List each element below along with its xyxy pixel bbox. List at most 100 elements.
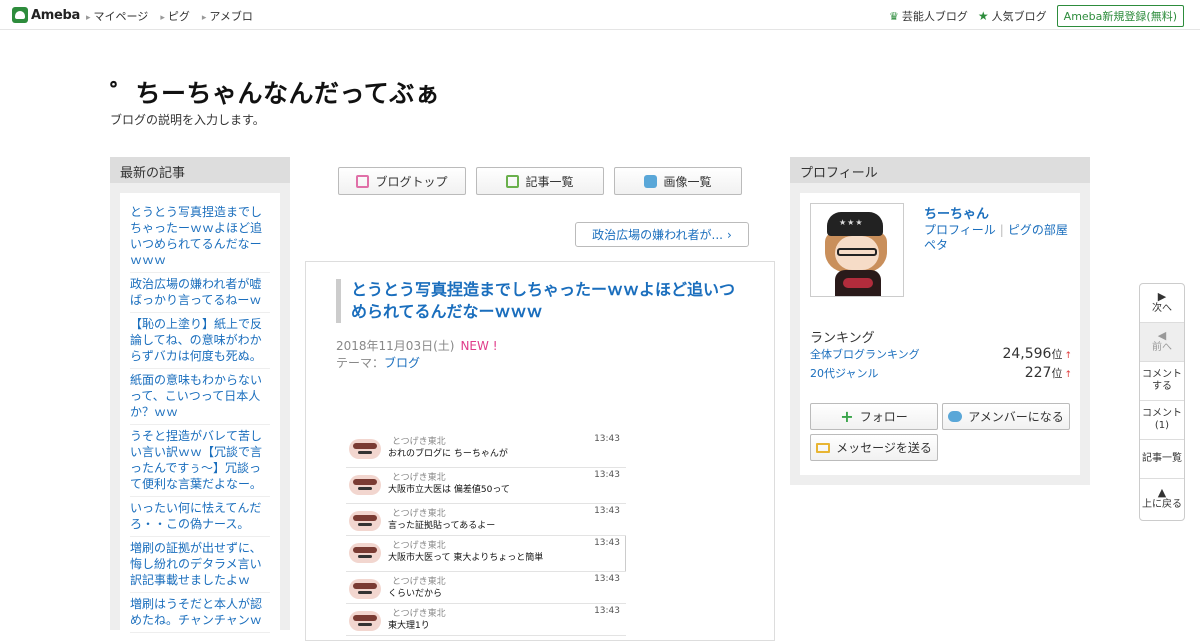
theme-link[interactable]: ブログ (384, 356, 420, 370)
profile-panel: プロフィール ★★★ ちーちゃん プロフィール | ピグの部屋 ペタ ランキング 全… (790, 157, 1090, 485)
genre-ranking-link[interactable]: 20代ジャンル (810, 365, 878, 381)
triangle-right-icon: ▶ (1157, 290, 1167, 303)
chat-time: 13:43 (594, 470, 620, 480)
popular-blog-label: 人気ブログ (991, 10, 1047, 23)
avatar-hat-stars: ★★★ (839, 218, 864, 227)
ranking-unit: 位 (1051, 367, 1063, 380)
follow-button[interactable]: + フォロー (810, 403, 938, 430)
user-avatar-icon (349, 475, 381, 495)
profile-link[interactable]: プロフィール (924, 223, 996, 237)
chat-message: とつげき東北 13:43 言った証拠貼ってあるよー (346, 504, 626, 536)
pig-room-link[interactable]: ピグの部屋 (1008, 223, 1068, 237)
user-avatar-icon (349, 579, 381, 599)
chat-time: 13:43 (594, 574, 620, 584)
recent-entries-heading: 最新の記事 (110, 157, 290, 183)
article: とうとう写真捏造までしちゃったーｗｗよほど追いつめられてるんだなーｗｗｗ 201… (305, 261, 775, 641)
popular-blog-link[interactable]: ★ 人気ブログ (978, 8, 1047, 24)
chat-divider (625, 536, 626, 571)
follow-label: フォロー (859, 410, 908, 424)
recent-entry-link[interactable]: 【恥の上塗り】紙上で反論してね、の意味がわからずバカは何度も死ぬ。 (130, 313, 270, 369)
tab-image-list-label: 画像一覧 (663, 174, 712, 189)
avatar-body (835, 270, 881, 296)
chat-message: とつげき東北 13:43 大阪市大医って 東大よりちょっと簡単 (346, 536, 626, 572)
nav-ameblo[interactable]: アメブロ (202, 8, 252, 24)
nav-pig[interactable]: ピグ (160, 8, 190, 24)
link-separator: | (999, 223, 1004, 237)
tab-blog-top-label: ブログトップ (375, 174, 448, 189)
chat-message: とつげき東北 13:43 くらいだから (346, 572, 626, 604)
user-avatar-icon (349, 543, 381, 563)
previous-entry-link[interactable]: 政治広場の嫌われ者が... › (575, 222, 749, 247)
tab-entry-list-label: 記事一覧 (525, 174, 574, 189)
chat-time: 13:43 (594, 434, 620, 444)
chat-text: 東大理1り (388, 621, 430, 631)
recent-entries-panel: 最新の記事 とうとう写真捏造までしちゃったーｗｗよほど追いつめられてるんだなーｗ… (110, 157, 290, 633)
blog-description: ブログの説明を入力します。 (110, 113, 265, 127)
logo-text: Ameba (31, 7, 81, 23)
chat-time: 13:43 (594, 506, 620, 516)
tab-entry-list[interactable]: 記事一覧 (476, 167, 604, 195)
celebrity-blog-link[interactable]: ♛ 芸能人ブログ (889, 8, 968, 24)
comment-button[interactable]: コメントする (1140, 362, 1184, 401)
article-title[interactable]: とうとう写真捏造までしちゃったーｗｗよほど追いつめられてるんだなーｗｗｗ (336, 279, 746, 323)
profile-name[interactable]: ちーちゃん (924, 203, 989, 222)
message-label: メッセージを送る (836, 441, 932, 455)
recent-entry-link[interactable]: 増刷はうそだと本人が認めたね。チャンチャンｗ (130, 593, 270, 633)
recent-entry-link[interactable]: いったい何に怯えてんだろ・・この偽ナース。 (130, 497, 270, 537)
profile-links: プロフィール | ピグの部屋 ペタ (924, 223, 1074, 253)
recent-entry-link[interactable]: 増刷の証拠が出せずに、悔し紛れのデタラメ言い訳記事載せましたよｗ (130, 537, 270, 593)
ranking-row: 全体ブログランキング 24,596位 ↑ (810, 346, 1072, 362)
peta-link[interactable]: ペタ (924, 238, 948, 252)
amember-label: アメンバーになる (968, 410, 1064, 424)
camera-icon (644, 174, 658, 188)
chat-time: 13:43 (594, 606, 620, 616)
message-button[interactable]: メッセージを送る (810, 434, 938, 461)
chat-message: とつげき東北 13:43 大阪市立大医は 偏差値50って (346, 468, 626, 504)
star-icon: ★ (977, 9, 989, 23)
next-entry-button[interactable]: ▶ 次へ (1140, 284, 1184, 323)
ranking-unit: 位 (1051, 348, 1063, 361)
tab-image-list[interactable]: 画像一覧 (614, 167, 742, 195)
recent-entry-link[interactable]: とうとう写真捏造までしちゃったーｗｗよほど追いつめられてるんだなーｗｗｗ (130, 201, 270, 273)
entry-list-button[interactable]: 記事一覧 (1140, 440, 1184, 479)
profile-heading: プロフィール (790, 157, 1090, 183)
user-avatar-icon (349, 439, 381, 459)
ameba-logo-icon (12, 7, 28, 23)
global-header: Ameba マイページ ピグ アメブロ ♛ 芸能人ブログ ★ 人気ブログ Ame… (0, 0, 1200, 30)
chat-text: おれのブログに ちーちゃんが (388, 449, 508, 459)
chat-text: 大阪市大医って 東大よりちょっと簡単 (388, 553, 544, 563)
comment-count-button[interactable]: コメント(1) (1140, 401, 1184, 440)
nav-mypage[interactable]: マイページ (86, 8, 149, 24)
signup-button[interactable]: Ameba新規登録(無料) (1056, 5, 1184, 27)
blog-title[interactable]: ゜ちーちゃんなんだってぶぁ (110, 74, 440, 110)
back-to-top-label: 上に戻る (1142, 498, 1182, 510)
ranking-row: 20代ジャンル 227位 ↑ (810, 365, 1072, 381)
plus-icon: + (840, 406, 854, 426)
overall-ranking-link[interactable]: 全体ブログランキング (810, 346, 920, 362)
new-badge: NEW ! (460, 339, 498, 353)
theme-label: テーマ： (336, 356, 385, 370)
prev-entry-button[interactable]: ◀ 前へ (1140, 323, 1184, 362)
header-right: ♛ 芸能人ブログ ★ 人気ブログ Ameba新規登録(無料) (889, 5, 1184, 27)
ranking-value-group: 227位 ↑ (1025, 365, 1072, 381)
recent-entry-link[interactable]: 紙面の意味もわからないって、こいつって日本人か？ｗｗ (130, 369, 270, 425)
chat-screenshot: とつげき東北 13:43 おれのブログに ちーちゃんが とつげき東北 13:43… (346, 432, 626, 636)
chat-text: 言った証拠貼ってあるよー (388, 521, 496, 531)
chat-time: 13:43 (594, 538, 620, 548)
chat-text: 大阪市立大医は 偏差値50って (388, 485, 510, 495)
profile-box: ★★★ ちーちゃん プロフィール | ピグの部屋 ペタ ランキング 全体ブログランキ… (800, 193, 1080, 475)
article-date: 2018年11月03日(土) (336, 339, 455, 353)
ameba-logo[interactable]: Ameba (12, 6, 80, 24)
tab-blog-top[interactable]: ブログトップ (338, 167, 466, 195)
recent-entry-link[interactable]: 政治広場の嫌われ者が嘘ばっかり言ってるねーｗ (130, 273, 270, 313)
ranking-heading: ランキング (810, 331, 875, 346)
speech-bubble-icon (948, 411, 963, 422)
triangle-up-icon: ▲ (1157, 485, 1167, 499)
recent-entry-link[interactable]: うそと捏造がバレて苦しい言い訳ｗｗ【冗談で言ったんですぅ～】冗談って便利な言葉だ… (130, 425, 270, 497)
crown-icon: ♛ (889, 9, 899, 23)
profile-avatar[interactable]: ★★★ (810, 203, 904, 297)
celebrity-blog-label: 芸能人ブログ (901, 10, 968, 23)
back-to-top-button[interactable]: ▲ 上に戻る (1140, 479, 1184, 518)
amember-button[interactable]: アメンバーになる (942, 403, 1070, 430)
floating-side-nav: ▶ 次へ ◀ 前へ コメントする コメント(1) 記事一覧 ▲ 上に戻る (1139, 283, 1185, 521)
